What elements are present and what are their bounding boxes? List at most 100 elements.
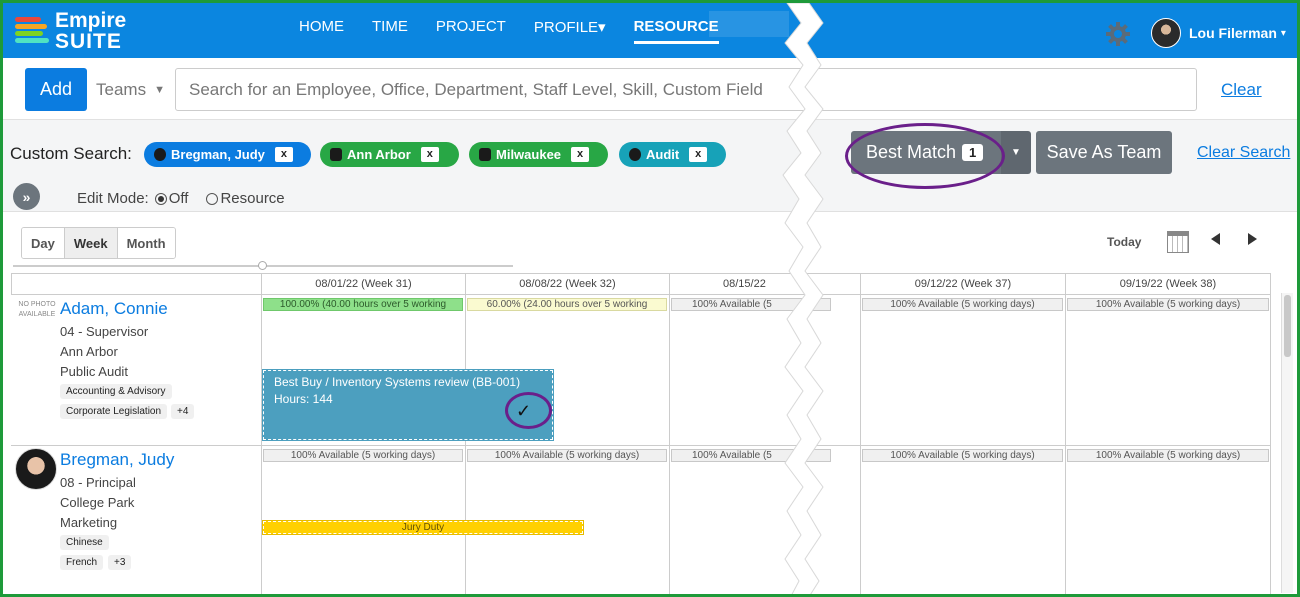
- employee-office: Ann Arbor: [60, 344, 118, 359]
- chip-label: Audit: [646, 147, 680, 162]
- column-header: 09/12/22 (Week 37): [860, 273, 1065, 295]
- column-divider: [1270, 295, 1271, 594]
- user-name: Lou Filerman: [1189, 25, 1277, 41]
- column-header: 08/08/22 (Week 32): [465, 273, 669, 295]
- employee-column-header: [11, 273, 261, 295]
- availability-bar: 100% Available (5: [671, 298, 831, 311]
- annotation-oval: [845, 123, 1005, 189]
- today-button[interactable]: Today: [1107, 235, 1141, 249]
- availability-bar: 100.00% (40.00 hours over 5 working: [263, 298, 463, 311]
- availability-bar: 100% Available (5 working days): [263, 449, 463, 462]
- availability-bar: 100% Available (5 working days): [1067, 298, 1269, 311]
- employee-avatar: [15, 448, 57, 490]
- previous-arrow-icon[interactable]: [1211, 233, 1220, 245]
- resource-grid: 08/01/22 (Week 31) 08/08/22 (Week 32) 08…: [11, 273, 1271, 594]
- chip-label: Ann Arbor: [347, 147, 411, 162]
- skill-tag: Chinese: [60, 535, 109, 550]
- top-navigation-bar: Empire SUITE HOME TIME PROJECT PROFILE▾ …: [3, 3, 1297, 58]
- clear-link[interactable]: Clear: [1221, 80, 1262, 100]
- skill-tag: Accounting & Advisory: [60, 384, 172, 399]
- availability-bar: 100% Available (5: [671, 449, 831, 462]
- next-arrow-icon[interactable]: [1248, 233, 1257, 245]
- empire-suite-logo[interactable]: Empire SUITE: [13, 9, 143, 53]
- user-avatar: [1151, 18, 1181, 48]
- add-button[interactable]: Add: [25, 68, 87, 111]
- expand-panel-button[interactable]: »: [13, 183, 40, 210]
- logo-text-line2: SUITE: [55, 30, 122, 53]
- filter-chip-office: Ann Arbor x: [320, 142, 459, 167]
- employee-row: Bregman, Judy 08 - Principal College Par…: [11, 446, 261, 594]
- employee-row: NO PHOTO AVAILABLE Adam, Connie 04 - Sup…: [11, 295, 261, 445]
- filter-chip-employee: Bregman, Judy x: [144, 142, 311, 167]
- main-nav: HOME TIME PROJECT PROFILE▾ RESOURCE: [299, 18, 747, 44]
- no-photo-placeholder: NO PHOTO AVAILABLE: [18, 301, 56, 318]
- person-icon: [154, 148, 166, 161]
- search-input[interactable]: Search for an Employee, Office, Departme…: [175, 68, 1197, 111]
- availability-bar: 100% Available (5 working days): [467, 449, 667, 462]
- column-header: 08/01/22 (Week 31): [261, 273, 465, 295]
- calendar-icon[interactable]: [1167, 231, 1189, 253]
- nav-hidden-item: [709, 11, 789, 37]
- chevron-down-icon: ▾: [1280, 27, 1286, 39]
- screenshot-frame: Empire SUITE HOME TIME PROJECT PROFILE▾ …: [0, 0, 1300, 597]
- teams-dropdown[interactable]: Teams ▼: [96, 80, 165, 100]
- more-skills-tag[interactable]: +4: [171, 404, 195, 419]
- employee-office: College Park: [60, 495, 135, 510]
- chip-label: Bregman, Judy: [171, 147, 265, 162]
- best-match-dropdown-toggle[interactable]: ▼: [1001, 131, 1031, 174]
- employee-name-link[interactable]: Adam, Connie: [60, 299, 168, 319]
- annotation-oval: [505, 392, 552, 429]
- teams-label: Teams: [96, 80, 147, 99]
- availability-bar: 100% Available (5 working days): [862, 298, 1063, 311]
- nav-home[interactable]: HOME: [299, 18, 344, 44]
- vertical-scrollbar[interactable]: [1281, 293, 1293, 593]
- chip-remove-button[interactable]: x: [689, 147, 708, 162]
- view-toggle-group: Day Week Month: [21, 227, 176, 259]
- radio-resource-label: Resource: [220, 190, 285, 207]
- availability-bar: 60.00% (24.00 hours over 5 working: [467, 298, 667, 311]
- view-day-button[interactable]: Day: [22, 228, 65, 258]
- gear-icon[interactable]: [1105, 21, 1131, 47]
- save-as-team-button[interactable]: Save As Team: [1036, 131, 1172, 174]
- employee-level: 04 - Supervisor: [60, 324, 149, 339]
- filter-chip-department: Audit x: [619, 142, 726, 167]
- column-header: 08/15/22: [669, 273, 860, 295]
- chip-remove-button[interactable]: x: [571, 147, 590, 162]
- chip-remove-button[interactable]: x: [420, 147, 439, 162]
- clear-search-link[interactable]: Clear Search: [1197, 144, 1290, 162]
- chip-remove-button[interactable]: x: [274, 147, 293, 162]
- skill-tag: Corporate Legislation: [60, 404, 168, 419]
- building-icon: [479, 148, 491, 161]
- edit-mode-control: Edit Mode: Off Resource: [77, 190, 285, 207]
- availability-bar: 100% Available (5 working days): [862, 449, 1063, 462]
- building-icon: [330, 148, 342, 161]
- caret-down-icon: ▼: [154, 84, 165, 96]
- more-skills-tag[interactable]: +3: [108, 555, 132, 570]
- assignment-title: Best Buy / Inventory Systems review (BB-…: [274, 375, 521, 389]
- assignment-hours: Hours: 144: [274, 392, 333, 406]
- nav-profile[interactable]: PROFILE▾: [534, 18, 606, 44]
- column-header: 09/19/22 (Week 38): [1065, 273, 1271, 295]
- nav-resource[interactable]: RESOURCE: [633, 18, 719, 44]
- search-row: Add Teams ▼ Search for an Employee, Offic…: [3, 58, 1297, 120]
- availability-bar: 100% Available (5 working days): [1067, 449, 1269, 462]
- user-menu[interactable]: Lou Filerman ▾: [1151, 18, 1286, 48]
- radio-resource[interactable]: [206, 192, 219, 205]
- column-divider: [669, 295, 670, 594]
- nav-time[interactable]: TIME: [372, 18, 408, 44]
- view-week-button[interactable]: Week: [64, 228, 118, 258]
- employee-name-link[interactable]: Bregman, Judy: [60, 450, 174, 470]
- edit-mode-label: Edit Mode:: [77, 190, 149, 207]
- view-month-button[interactable]: Month: [117, 228, 175, 258]
- radio-off[interactable]: [154, 192, 167, 205]
- nav-project[interactable]: PROJECT: [436, 18, 506, 44]
- custom-search-label: Custom Search:: [10, 144, 132, 163]
- employee-level: 08 - Principal: [60, 475, 136, 490]
- scrollbar-thumb[interactable]: [1284, 295, 1291, 357]
- event-block-jury-duty[interactable]: Jury Duty: [262, 520, 584, 535]
- skill-tag: French: [60, 555, 104, 570]
- logo-mark-icon: [15, 17, 49, 47]
- zoom-slider-handle[interactable]: [258, 261, 267, 270]
- column-divider: [860, 295, 861, 594]
- employee-department: Public Audit: [60, 364, 128, 379]
